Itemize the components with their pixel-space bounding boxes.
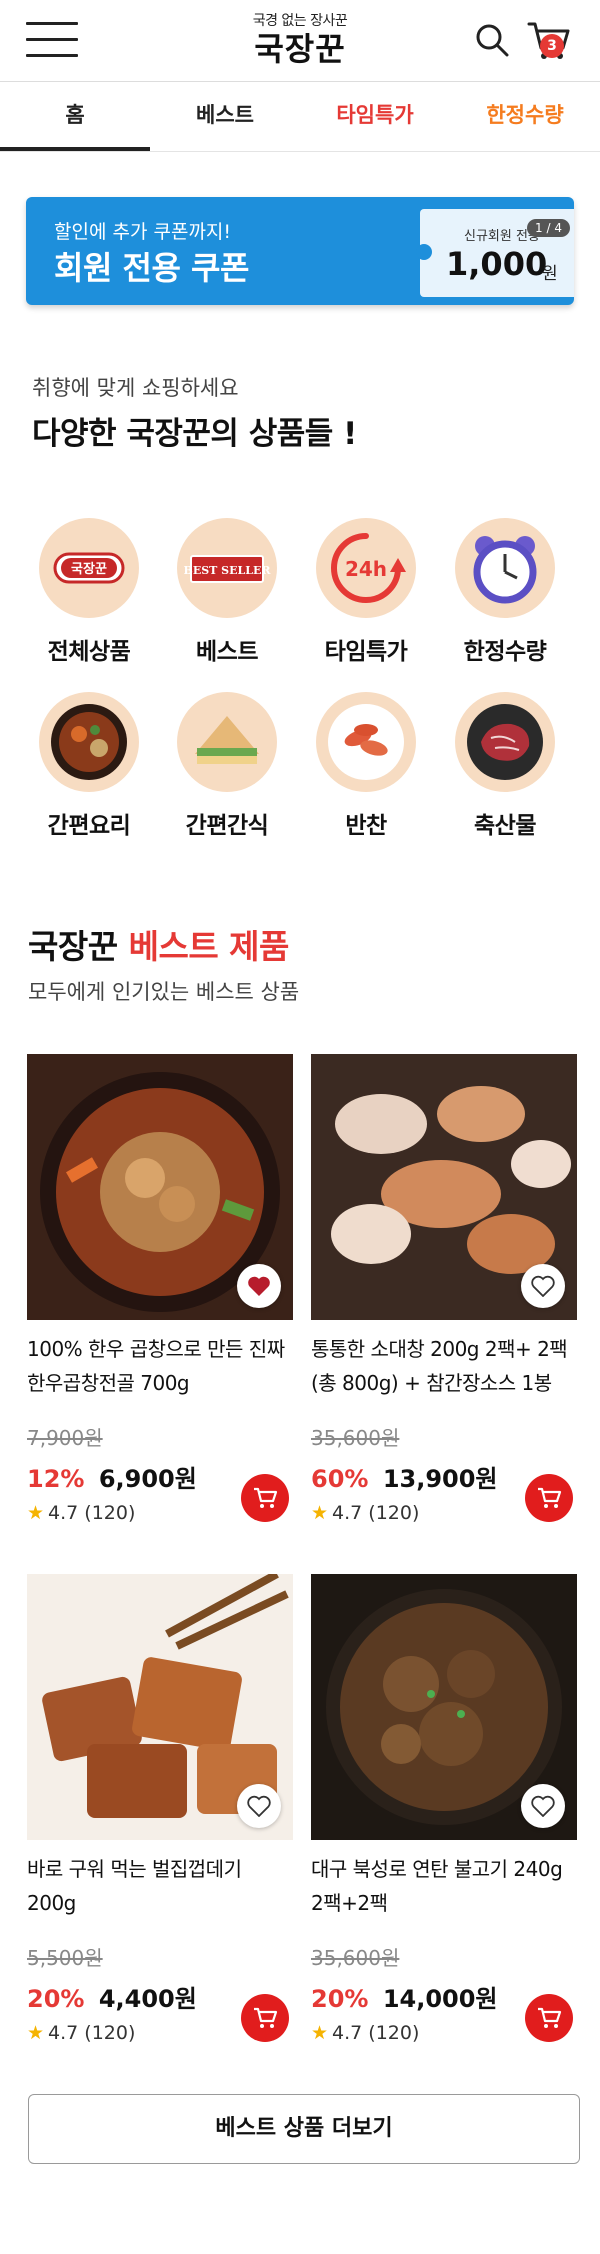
banner-page-indicator: 1 / 4	[527, 219, 570, 237]
product-rating-text: 4.7 (120)	[332, 1502, 420, 1524]
tab-limited[interactable]: 한정수량	[450, 82, 600, 151]
hotpot-icon	[39, 692, 139, 792]
product-name: 100% 한우 곱창으로 만든 진짜 한우곱창전골 700g	[27, 1337, 285, 1395]
category-best[interactable]: BEST SELLER 베스트	[162, 518, 292, 666]
product-card[interactable]: 바로 구워 먹는 벌집껍데기 200g 5,500원 20% 4,400원 ★ 4…	[27, 1574, 293, 2044]
clock-24h-icon: 24h	[316, 518, 416, 618]
product-original-price: 35,600원	[311, 1426, 400, 1450]
best-section-title: 국장꾼 베스트 제품	[28, 920, 289, 968]
category-best-label: 베스트	[196, 639, 258, 665]
tab-time-deal[interactable]: 타임특가	[300, 82, 450, 151]
coupon-amount: 1,000	[446, 245, 548, 283]
add-to-cart-button[interactable]	[525, 1994, 573, 2042]
product-image[interactable]	[311, 1054, 577, 1320]
category-side-dish-label: 반찬	[345, 813, 387, 839]
section-title: 다양한 국장꾼의 상품들 !	[32, 416, 357, 452]
view-more-best-button[interactable]: 베스트 상품 더보기	[28, 2094, 580, 2164]
category-all[interactable]: 국장꾼 전체상품	[24, 518, 154, 666]
star-icon: ★	[311, 1502, 329, 1524]
wishlist-heart-icon[interactable]	[521, 1264, 565, 1308]
best-seller-badge: BEST SELLER	[184, 564, 272, 577]
side-dish-icon	[316, 692, 416, 792]
wishlist-heart-icon[interactable]	[237, 1264, 281, 1308]
category-easy-cooking[interactable]: 간편요리	[24, 692, 154, 840]
category-meat-label: 축산물	[474, 813, 536, 839]
meat-icon	[455, 692, 555, 792]
product-price: 6,900원	[98, 1465, 197, 1493]
category-limited-label: 한정수량	[463, 639, 547, 665]
coupon-ticket: 신규회원 전용 1,000 원 1 / 4	[420, 209, 574, 297]
product-discount: 20%	[27, 1985, 85, 2013]
star-icon: ★	[311, 2022, 329, 2044]
coupon-title: 회원 전용 쿠폰	[54, 249, 249, 287]
search-icon[interactable]	[472, 20, 512, 60]
product-name: 통통한 소대창 200g 2팩+ 2팩 (총 800g) + 참간장소스 1봉	[311, 1337, 568, 1395]
main-tabs: 홈 베스트 타임특가 한정수량	[0, 82, 600, 152]
product-price: 4,400원	[98, 1985, 197, 2013]
category-easy-snack[interactable]: 간편간식	[162, 692, 292, 840]
product-rating-text: 4.7 (120)	[48, 2022, 136, 2044]
product-image[interactable]	[311, 1574, 577, 1840]
product-name: 대구 북성로 연탄 불고기 240g 2팩+2팩	[311, 1857, 563, 1915]
product-image[interactable]	[27, 1054, 293, 1320]
product-discount: 20%	[311, 1985, 369, 2013]
app-header: 국경 없는 장사꾼 국장꾼 3	[0, 0, 600, 82]
product-discount: 60%	[311, 1465, 369, 1493]
tab-best[interactable]: 베스트	[150, 82, 300, 151]
category-time-deal[interactable]: 24h 타임특가	[301, 518, 431, 666]
product-original-price: 35,600원	[311, 1946, 400, 1970]
category-easy-cooking-label: 간편요리	[47, 813, 131, 839]
product-rating-text: 4.7 (120)	[48, 1502, 136, 1524]
category-time-deal-label: 타임특가	[324, 639, 408, 665]
category-limited[interactable]: 한정수량	[440, 518, 570, 666]
coupon-notch	[416, 244, 432, 260]
add-to-cart-button[interactable]	[241, 1994, 289, 2042]
product-card[interactable]: 대구 북성로 연탄 불고기 240g 2팩+2팩 35,600원 20% 14,…	[311, 1574, 577, 2044]
category-all-icon: 국장꾼	[39, 518, 139, 618]
product-discount: 12%	[27, 1465, 85, 1493]
product-original-price: 5,500원	[27, 1946, 103, 1970]
cart-count-badge: 3	[540, 34, 564, 58]
category-side-dish[interactable]: 반찬	[301, 692, 431, 840]
product-card[interactable]: 통통한 소대창 200g 2팩+ 2팩 (총 800g) + 참간장소스 1봉 …	[311, 1054, 577, 1524]
wishlist-heart-icon[interactable]	[237, 1784, 281, 1828]
coupon-subtitle: 할인에 추가 쿠폰까지!	[54, 221, 232, 243]
product-card[interactable]: 100% 한우 곱창으로 만든 진짜 한우곱창전골 700g 7,900원 12…	[27, 1054, 293, 1524]
best-seller-icon: BEST SELLER	[177, 518, 277, 618]
product-image[interactable]	[27, 1574, 293, 1840]
star-icon: ★	[27, 2022, 45, 2044]
add-to-cart-button[interactable]	[241, 1474, 289, 1522]
section-subtitle: 취향에 맞게 쇼핑하세요	[32, 376, 239, 400]
wishlist-heart-icon[interactable]	[521, 1784, 565, 1828]
product-original-price: 7,900원	[27, 1426, 103, 1450]
category-meat[interactable]: 축산물	[440, 692, 570, 840]
sandwich-icon	[177, 692, 277, 792]
product-name: 바로 구워 먹는 벌집껍데기 200g	[27, 1857, 242, 1915]
add-to-cart-button[interactable]	[525, 1474, 573, 1522]
alarm-clock-icon	[455, 518, 555, 618]
product-rating-text: 4.7 (120)	[332, 2022, 420, 2044]
best-section-subtitle: 모두에게 인기있는 베스트 상품	[28, 980, 300, 1004]
member-coupon-banner[interactable]: 할인에 추가 쿠폰까지! 회원 전용 쿠폰 신규회원 전용 1,000 원 1 …	[26, 197, 574, 305]
category-easy-snack-label: 간편간식	[185, 813, 269, 839]
coupon-unit: 원	[542, 264, 558, 284]
best-title-highlight: 베스트 제품	[128, 927, 290, 966]
best-title-prefix: 국장꾼	[28, 927, 118, 966]
category-all-badge: 국장꾼	[71, 561, 107, 577]
product-price: 14,000원	[382, 1985, 498, 2013]
clock-24h-text: 24h	[345, 557, 387, 581]
tab-home[interactable]: 홈	[0, 82, 150, 151]
product-price: 13,900원	[382, 1465, 498, 1493]
category-all-label: 전체상품	[47, 639, 131, 665]
star-icon: ★	[27, 1502, 45, 1524]
